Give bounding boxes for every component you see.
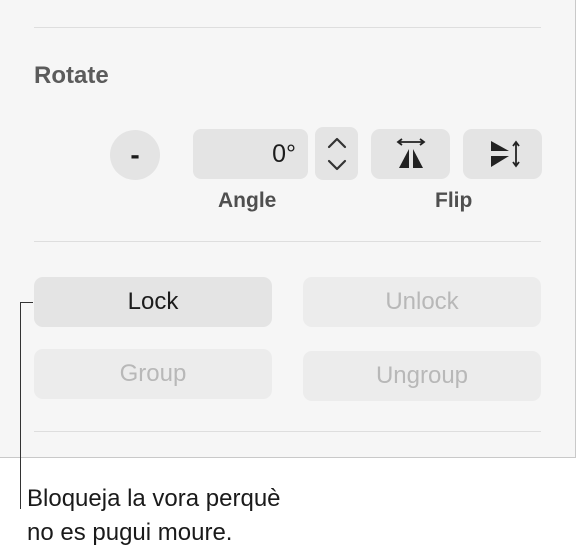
flip-caption: Flip [435,189,473,212]
callout-leader-line [20,302,21,509]
unlock-button[interactable]: Unlock [303,277,541,327]
screenshot-stage: Rotate - 0° Angle Flip Lock Unlock Group… [0,0,577,550]
arrange-inspector-panel: Rotate - 0° Angle Flip Lock Unlock Group… [0,0,576,458]
section-divider [34,27,541,28]
section-divider [34,241,541,242]
angle-field[interactable]: 0° [193,129,308,179]
ungroup-button[interactable]: Ungroup [303,351,541,401]
callout-leader-line [20,302,33,303]
chevron-up-down-icon [327,137,346,170]
flip-vertical-button[interactable] [463,129,542,179]
angle-caption: Angle [218,189,277,212]
flip-horizontal-button[interactable] [371,129,450,179]
callout-text: Bloqueja la vora perquè no es pugui mour… [27,485,281,546]
angle-stepper[interactable] [315,127,358,180]
lock-button[interactable]: Lock [34,277,272,327]
flip-horizontal-icon [396,138,425,168]
group-button[interactable]: Group [34,349,272,399]
rotate-minus-button[interactable]: - [110,130,160,180]
flip-vertical-icon [490,140,520,168]
rotate-section-title: Rotate [34,62,109,89]
section-divider [34,431,541,432]
